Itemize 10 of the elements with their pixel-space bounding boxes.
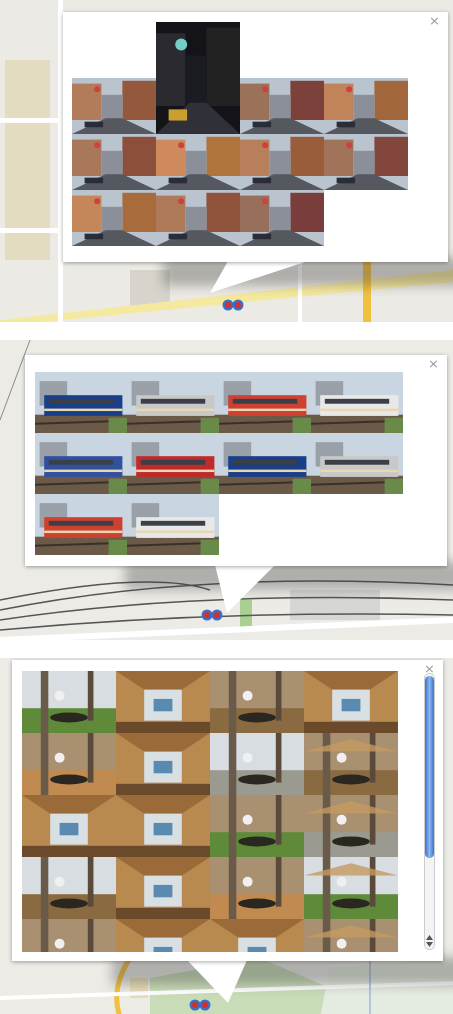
- scroll-down-icon[interactable]: [426, 942, 433, 947]
- map-marker-icon[interactable]: [201, 609, 223, 621]
- scroll-up-icon[interactable]: [426, 935, 433, 940]
- map-marker-icon[interactable]: [222, 299, 244, 311]
- scrollbar[interactable]: [424, 673, 435, 950]
- close-button[interactable]: ×: [426, 357, 441, 372]
- close-button[interactable]: ×: [427, 14, 442, 29]
- map-marker-icon[interactable]: [189, 999, 211, 1011]
- close-button[interactable]: ×: [422, 662, 437, 677]
- scrollbar-thumb[interactable]: [425, 676, 434, 858]
